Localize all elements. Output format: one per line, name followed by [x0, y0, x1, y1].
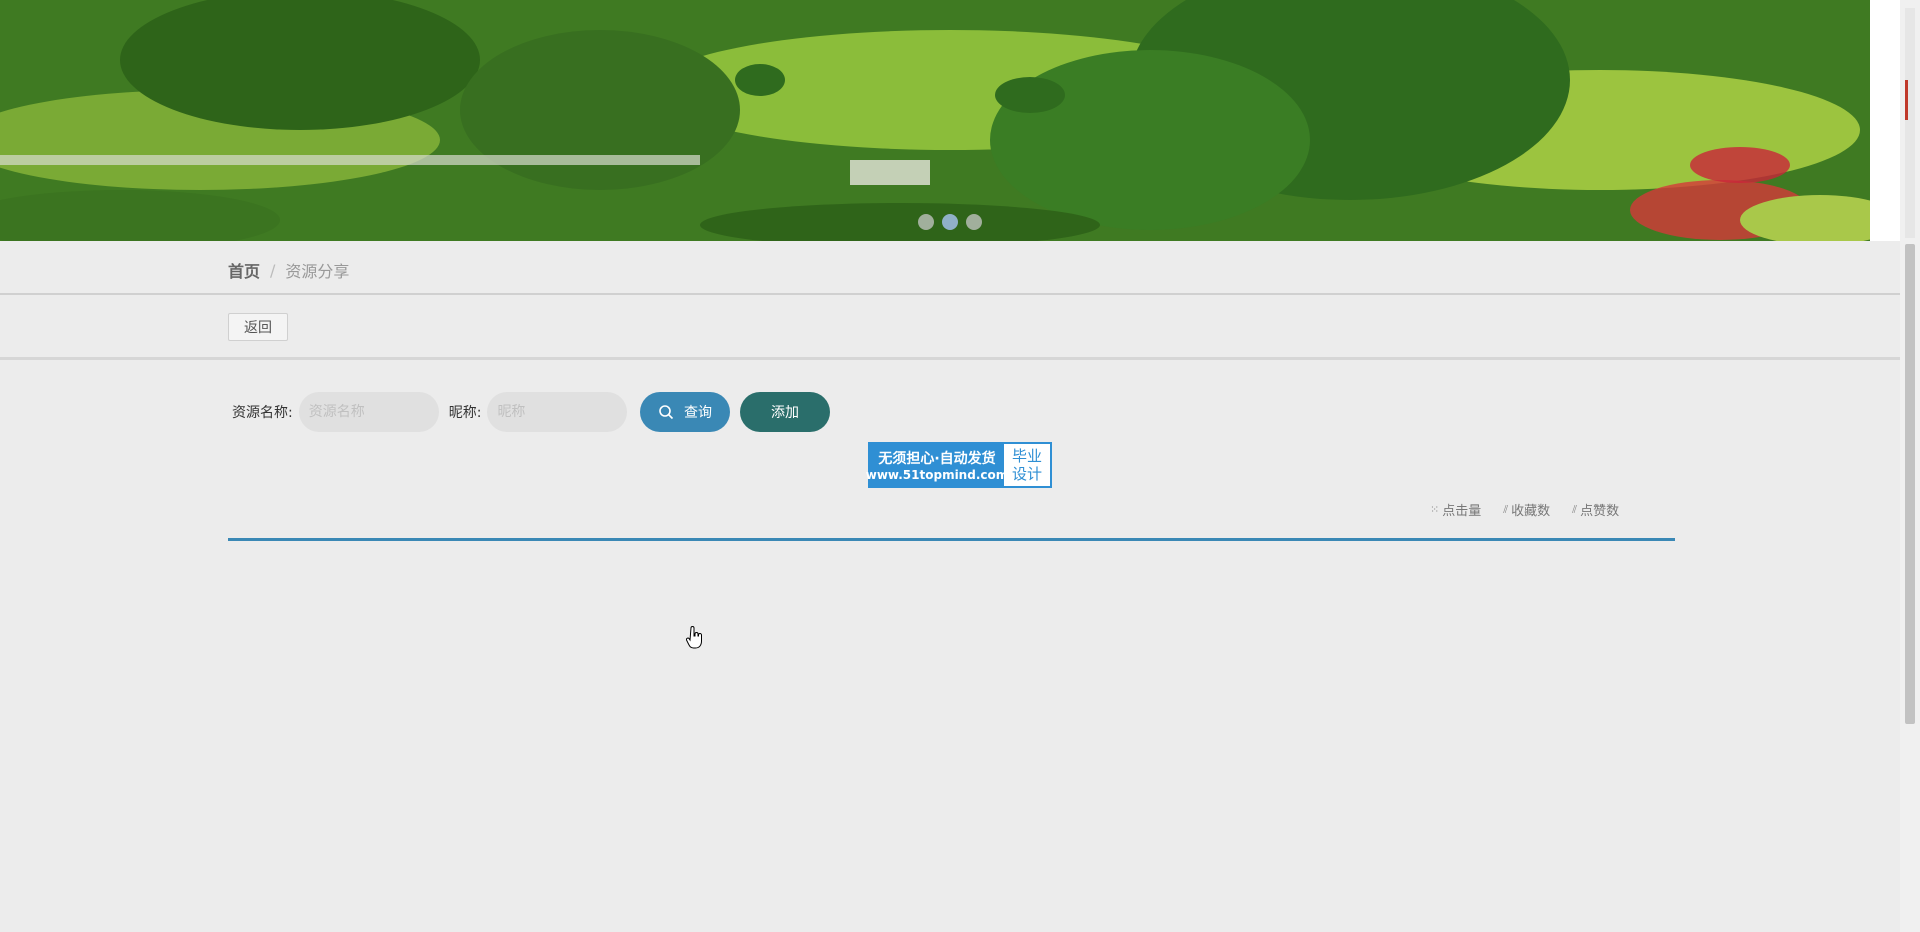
breadcrumb-current: 资源分享	[285, 262, 350, 281]
carousel-dot[interactable]	[966, 214, 982, 230]
sort-label: 点赞数	[1580, 504, 1620, 519]
divider	[0, 357, 1900, 360]
search-form: 资源名称: 昵称:	[232, 392, 628, 432]
chart-icon: ⫽	[1503, 502, 1509, 516]
breadcrumb-separator: /	[270, 260, 276, 280]
resource-name-input[interactable]	[298, 392, 439, 432]
query-button-label: 查询	[684, 405, 712, 421]
divider	[0, 293, 1900, 295]
sort-by-likes[interactable]: ⫽ 点赞数	[1572, 500, 1620, 520]
carousel-dot[interactable]	[918, 214, 934, 230]
hand-cursor-icon	[686, 626, 702, 649]
hero-banner	[0, 0, 1900, 241]
nickname-input[interactable]	[487, 392, 628, 432]
carousel-dots	[918, 214, 982, 230]
breadcrumb: 首页 / 资源分享	[228, 258, 349, 282]
sort-label: 点击量	[1442, 504, 1482, 519]
scrollbar-marker	[1905, 80, 1908, 120]
page-scrollbar[interactable]	[1900, 0, 1920, 932]
resource-name-label: 资源名称:	[232, 405, 293, 421]
grid-icon: ⁙	[1430, 503, 1440, 516]
query-button[interactable]: 查询	[640, 392, 730, 432]
logo-url: www.51topmind.com	[865, 468, 1009, 482]
sort-label: 收藏数	[1511, 504, 1551, 519]
park-landscape-image	[0, 0, 1900, 241]
search-icon	[659, 405, 674, 420]
logo-text-2: 设计	[1011, 465, 1042, 483]
add-button[interactable]: 添加	[740, 392, 830, 432]
chart-icon: ⫽	[1572, 502, 1578, 516]
sort-by-clicks[interactable]: ⁙ 点击量	[1430, 500, 1481, 519]
logo-text-1: 毕业	[1011, 447, 1042, 465]
back-button[interactable]: 返回	[228, 313, 288, 341]
scrollbar-thumb[interactable]	[1905, 244, 1915, 724]
nickname-label: 昵称:	[448, 405, 482, 421]
logo-slogan: 无须担心·自动发货	[878, 451, 996, 467]
watermark-logo[interactable]: 无须担心·自动发货 www.51topmind.com 毕业 设计	[865, 442, 1052, 488]
carousel-dot-active[interactable]	[942, 214, 958, 230]
sort-options: ⁙ 点击量 ⫽ 收藏数 ⫽ 点赞数	[1430, 500, 1620, 520]
sort-by-favorites[interactable]: ⫽ 收藏数	[1503, 500, 1551, 520]
list-divider	[228, 538, 1675, 541]
scrollbar-track	[1905, 8, 1915, 238]
breadcrumb-home[interactable]: 首页	[228, 258, 260, 282]
